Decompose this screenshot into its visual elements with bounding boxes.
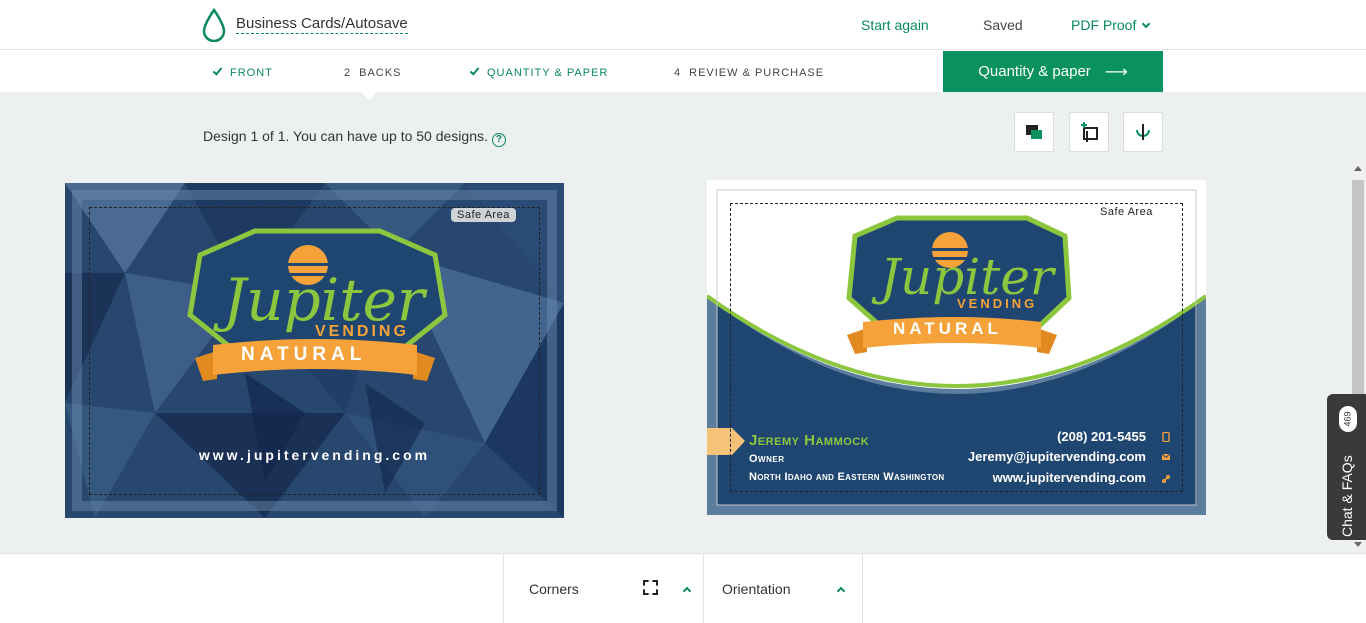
current-step-pointer [360,91,378,100]
scroll-down-arrow-icon[interactable] [1354,542,1362,547]
corners-panel[interactable]: Corners [503,554,704,623]
back-card-preview[interactable]: Jupiter VENDING NATURAL Jeremy Hammock O… [707,180,1206,515]
step-quantity-paper[interactable]: QUANTITY & PAPER [469,65,609,79]
pdf-proof-label: PDF Proof [1071,17,1137,33]
rotate-button[interactable] [1123,112,1163,152]
orientation-panel[interactable]: Orientation [703,554,863,623]
step-number: 2 [344,67,352,79]
back-safe-area [730,203,1183,492]
project-title[interactable]: Business Cards/Autosave [236,15,408,34]
arrow-right-icon: ⟶ [1104,63,1128,81]
logo-drop-icon[interactable] [202,8,226,42]
design-canvas: Design 1 of 1. You can have up to 50 des… [0,92,1366,553]
chevron-up-icon [682,586,692,596]
front-safe-area-label: Safe Area [451,208,516,222]
add-design-button[interactable] [1069,112,1109,152]
design-count-text: Design 1 of 1. You can have up to 50 des… [203,128,506,147]
add-design-icon [1081,122,1098,142]
duplicate-design-icon [1026,125,1042,139]
duplicate-design-button[interactable] [1014,112,1054,152]
step-label: REVIEW & PURCHASE [689,67,825,79]
back-safe-area-label: Safe Area [1100,206,1153,218]
start-again-link[interactable]: Start again [861,17,929,33]
step-review-purchase[interactable]: 4 REVIEW & PURCHASE [674,67,824,79]
saved-status: Saved [983,17,1023,33]
scroll-up-arrow-icon[interactable] [1354,166,1362,171]
step-label: QUANTITY & PAPER [487,67,609,79]
step-backs[interactable]: 2 BACKS [344,67,401,79]
check-icon [469,65,480,76]
step-label: FRONT [230,67,273,79]
check-icon [212,65,223,76]
pdf-proof-dropdown[interactable]: PDF Proof [1071,17,1151,33]
design-info-label: Design 1 of 1. You can have up to 50 des… [203,128,488,144]
front-safe-area [89,207,540,495]
front-card-preview[interactable]: Jupiter VENDING NATURAL www.jupitervendi… [65,183,564,518]
top-bar: Business Cards/Autosave Start again Save… [0,0,1366,50]
bottom-toolbar: Corners Orientation [0,553,1366,623]
chevron-down-icon [1142,19,1151,29]
chat-faqs-tab[interactable]: 469 Chat & FAQs [1327,394,1366,540]
step-front[interactable]: FRONT [212,65,273,79]
cta-label: Quantity & paper [978,63,1091,80]
square-corner-icon [643,580,658,595]
step-label: BACKS [359,67,402,79]
step-number: 4 [674,67,682,79]
chevron-up-icon [836,586,846,596]
corners-label: Corners [529,581,579,597]
orientation-label: Orientation [722,581,791,597]
quantity-paper-button[interactable]: Quantity & paper ⟶ [943,51,1163,92]
rotate-icon [1136,124,1150,140]
help-icon[interactable]: ? [491,133,506,147]
chat-faqs-label: Chat & FAQs [1339,455,1355,537]
